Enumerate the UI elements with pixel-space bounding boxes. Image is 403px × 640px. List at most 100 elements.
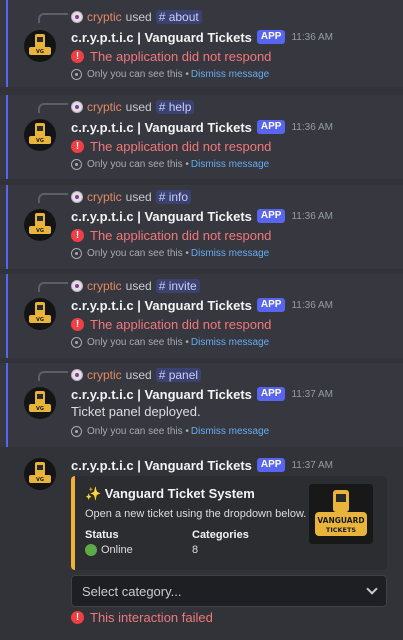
error-text: The application did not respond: [90, 138, 272, 154]
command-reply[interactable]: cryptic used # about: [71, 9, 202, 25]
command-mention[interactable]: # help: [155, 100, 195, 114]
timestamp: 11:36 AM: [291, 299, 333, 311]
embed-thumbnail[interactable]: VANGUARD TICKETS: [309, 484, 373, 544]
bot-name[interactable]: c.r.y.p.t.i.c | Vanguard Tickets: [71, 30, 252, 45]
bot-name[interactable]: c.r.y.p.t.i.c | Vanguard Tickets: [71, 209, 252, 224]
dismiss-link[interactable]: Dismiss message: [191, 337, 269, 348]
note-text: Only you can see this •: [87, 336, 189, 348]
message-header: c.r.y.p.t.i.c | Vanguard Tickets APP 11:…: [71, 456, 333, 474]
reply-used-label: used: [125, 368, 152, 382]
ephemeral-note: Only you can see this • Dismiss message: [71, 335, 269, 349]
error-icon: !: [71, 228, 84, 242]
svg-text:VG: VG: [36, 406, 44, 412]
command-reply[interactable]: cryptic used # info: [71, 189, 192, 205]
eye-icon: [71, 336, 82, 348]
reply-used-label: used: [125, 10, 152, 24]
eye-icon: [71, 68, 82, 80]
bot-name[interactable]: c.r.y.p.t.i.c | Vanguard Tickets: [71, 298, 252, 313]
command-mention[interactable]: # about: [155, 10, 202, 24]
reply-used-label: used: [125, 279, 152, 293]
ephemeral-note: Only you can see this • Dismiss message: [71, 246, 269, 260]
eye-icon: [71, 247, 82, 259]
status-value-text: Online: [101, 544, 133, 556]
ticket-embed: ✨ Vanguard Ticket System Open a new tick…: [71, 476, 387, 570]
ephemeral-message: cryptic used # panel VG c.r.y.p.t.i.c | …: [0, 363, 403, 447]
note-text: Only you can see this •: [87, 425, 189, 437]
svg-text:VG: VG: [36, 49, 44, 55]
bot-avatar[interactable]: VG: [24, 298, 56, 330]
command-mention[interactable]: # info: [155, 190, 192, 204]
field-categories-name: Categories: [192, 529, 249, 541]
bot-avatar[interactable]: VG: [24, 458, 56, 490]
bot-avatar[interactable]: VG: [24, 209, 56, 241]
note-text: Only you can see this •: [87, 247, 189, 259]
dismiss-link[interactable]: Dismiss message: [191, 248, 269, 259]
ephemeral-bar: [6, 0, 8, 87]
user-avatar[interactable]: [71, 191, 83, 203]
ephemeral-note: Only you can see this • Dismiss message: [71, 424, 269, 438]
ephemeral-message: cryptic used # help VG c.r.y.p.t.i.c | V…: [0, 95, 403, 179]
command-mention[interactable]: # panel: [155, 368, 202, 382]
embed-description: Open a new ticket using the dropdown bel…: [85, 508, 307, 520]
ephemeral-bar: [6, 185, 8, 269]
message-header: c.r.y.p.t.i.c | Vanguard Tickets APP 11:…: [71, 28, 333, 46]
reply-connector: [38, 371, 68, 381]
user-avatar[interactable]: [71, 101, 83, 113]
error-text: The application did not respond: [90, 48, 272, 64]
ephemeral-message: cryptic used # about VG c.r.y.p.t.i.c | …: [0, 0, 403, 87]
command-reply[interactable]: cryptic used # panel: [71, 367, 202, 383]
message-header: c.r.y.p.t.i.c | Vanguard Tickets APP 11:…: [71, 207, 333, 225]
bot-avatar[interactable]: VG: [24, 387, 56, 419]
dismiss-link[interactable]: Dismiss message: [191, 159, 269, 170]
timestamp: 11:37 AM: [291, 388, 333, 400]
reply-username[interactable]: cryptic: [87, 279, 122, 293]
error-icon: !: [71, 139, 84, 153]
message-header: c.r.y.p.t.i.c | Vanguard Tickets APP 11:…: [71, 296, 333, 314]
reply-connector: [38, 13, 68, 23]
ephemeral-note: Only you can see this • Dismiss message: [71, 67, 269, 81]
bot-avatar[interactable]: VG: [24, 119, 56, 151]
error-text: The application did not respond: [90, 316, 272, 332]
embed-title: ✨ Vanguard Ticket System: [85, 486, 255, 501]
logo-text: TICKETS: [326, 526, 357, 534]
ephemeral-bar: [6, 363, 8, 447]
field-categories-value: 8: [192, 544, 199, 556]
user-avatar[interactable]: [71, 280, 83, 292]
error-icon: !: [71, 610, 84, 624]
dismiss-link[interactable]: Dismiss message: [191, 69, 269, 80]
error-icon: !: [71, 49, 84, 63]
error-text: The application did not respond: [90, 227, 272, 243]
command-mention[interactable]: # invite: [155, 279, 200, 293]
error-message: ! The application did not respond: [71, 315, 271, 333]
ephemeral-message: cryptic used # invite VG c.r.y.p.t.i.c |…: [0, 274, 403, 358]
dismiss-link[interactable]: Dismiss message: [191, 426, 269, 437]
reply-connector: [38, 103, 68, 113]
reply-username[interactable]: cryptic: [87, 368, 122, 382]
logo-text: VANGUARD: [317, 516, 364, 525]
app-tag: APP: [256, 387, 286, 401]
app-tag: APP: [256, 120, 286, 134]
bot-name[interactable]: c.r.y.p.t.i.c | Vanguard Tickets: [71, 458, 252, 473]
svg-text:VG: VG: [36, 228, 44, 234]
reply-username[interactable]: cryptic: [87, 10, 122, 24]
user-avatar[interactable]: [71, 11, 83, 23]
reply-used-label: used: [125, 190, 152, 204]
error-message: ! The application did not respond: [71, 47, 271, 65]
bot-avatar[interactable]: VG: [24, 30, 56, 62]
note-text: Only you can see this •: [87, 158, 189, 170]
user-avatar[interactable]: [71, 369, 83, 381]
timestamp: 11:36 AM: [291, 210, 333, 222]
reply-username[interactable]: cryptic: [87, 190, 122, 204]
reply-connector: [38, 282, 68, 292]
bot-name[interactable]: c.r.y.p.t.i.c | Vanguard Tickets: [71, 387, 252, 402]
bot-name[interactable]: c.r.y.p.t.i.c | Vanguard Tickets: [71, 120, 252, 135]
message-header: c.r.y.p.t.i.c | Vanguard Tickets APP 11:…: [71, 385, 333, 403]
reply-username[interactable]: cryptic: [87, 100, 122, 114]
eye-icon: [71, 158, 82, 170]
app-tag: APP: [256, 458, 286, 472]
reply-used-label: used: [125, 100, 152, 114]
category-select[interactable]: Select category...: [71, 575, 387, 607]
reply-connector: [38, 193, 68, 203]
command-reply[interactable]: cryptic used # invite: [71, 278, 200, 294]
command-reply[interactable]: cryptic used # help: [71, 99, 195, 115]
